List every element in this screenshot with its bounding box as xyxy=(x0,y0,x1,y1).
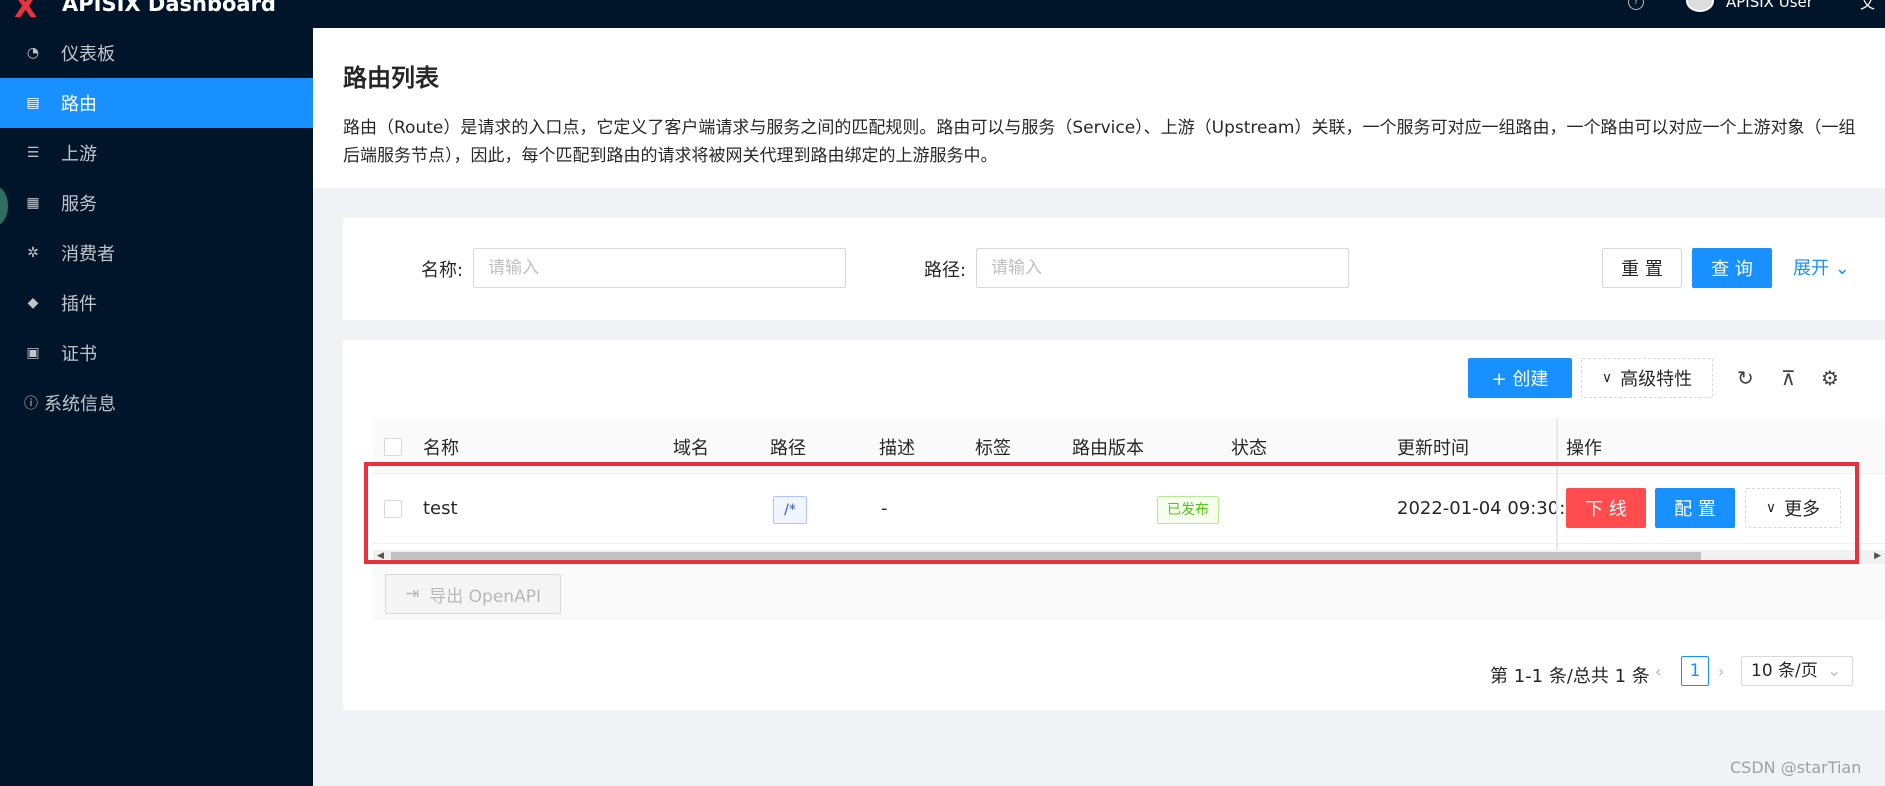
sidebar-item-routes[interactable]: ▤ 路由 xyxy=(0,78,313,128)
dashboard-icon: ◔ xyxy=(26,45,40,61)
name-search-input[interactable] xyxy=(473,248,846,288)
sidebar-item-system-info[interactable]: ⓘ 系统信息 xyxy=(0,378,313,428)
column-header-name[interactable]: 名称 xyxy=(423,434,459,460)
column-header-path[interactable]: 路径 xyxy=(770,434,806,460)
reload-icon[interactable]: ↻ xyxy=(1737,366,1754,390)
translate-icon[interactable]: 文 xyxy=(1860,0,1875,13)
route-icon: ▤ xyxy=(26,95,40,111)
search-form: 名称: 路径: 重 置 查 询 展开 ⌄ xyxy=(343,218,1885,320)
create-button[interactable]: + 创建 xyxy=(1468,358,1572,398)
sidebar-item-dashboard[interactable]: ◔ 仪表板 xyxy=(0,28,313,78)
sidebar-item-services[interactable]: ▦ 服务 xyxy=(0,178,313,228)
pagination-total: 第 1-1 条/总共 1 条 xyxy=(1490,666,1650,687)
pagination-current-page[interactable]: 1 xyxy=(1681,656,1709,686)
advanced-features-label: 高级特性 xyxy=(1620,369,1693,390)
appstore-icon: ▦ xyxy=(26,195,40,211)
page-size-select[interactable]: 10 条/页 ⌄ xyxy=(1741,656,1853,686)
column-header-host[interactable]: 域名 xyxy=(673,434,709,460)
page-size-value: 10 条/页 xyxy=(1751,661,1818,681)
highlight-annotation-box xyxy=(364,462,1859,564)
sidebar-item-label: 服务 xyxy=(61,194,97,215)
page-description: 路由（Route）是请求的入口点，它定义了客户端请求与服务之间的匹配规则。路由可… xyxy=(343,114,1885,170)
chevron-down-icon: ∨ xyxy=(1601,370,1613,386)
export-openapi-button[interactable]: ⇥ 导出 OpenAPI xyxy=(385,574,561,614)
next-page-icon[interactable]: › xyxy=(1718,662,1724,681)
sidebar-item-plugins[interactable]: ◆ 插件 xyxy=(0,278,313,328)
scroll-right-icon[interactable]: ▶ xyxy=(1874,551,1881,561)
sidebar-item-label: 路由 xyxy=(61,94,97,115)
column-header-version[interactable]: 路由版本 xyxy=(1072,434,1144,460)
sidebar-item-label: 消费者 xyxy=(61,244,115,265)
reset-button[interactable]: 重 置 xyxy=(1602,248,1682,288)
select-all-checkbox[interactable] xyxy=(384,438,402,456)
sidebar-item-label: 插件 xyxy=(61,294,97,315)
column-header-labels[interactable]: 标签 xyxy=(975,434,1011,460)
setting-icon[interactable]: ⚙ xyxy=(1821,366,1839,390)
top-bar: X APISIX Dashboard ? APISIX User 文 xyxy=(0,0,1885,28)
density-icon[interactable]: ⊼ xyxy=(1781,366,1796,390)
export-label: 导出 OpenAPI xyxy=(429,586,541,607)
column-header-actions: 操作 xyxy=(1566,438,1602,459)
export-icon: ⇥ xyxy=(405,584,420,604)
cluster-icon: ✲ xyxy=(27,245,39,261)
sidebar-item-certificates[interactable]: ▣ 证书 xyxy=(0,328,313,378)
question-circle-icon[interactable]: ? xyxy=(1628,0,1644,10)
certificate-icon: ▣ xyxy=(26,345,40,361)
user-name[interactable]: APISIX User xyxy=(1726,0,1813,11)
path-search-input[interactable] xyxy=(976,248,1349,288)
expand-link[interactable]: 展开 ⌄ xyxy=(1793,254,1850,280)
sidebar-item-consumers[interactable]: ✲ 消费者 xyxy=(0,228,313,278)
name-label: 名称: xyxy=(421,260,464,281)
info-circle-icon: ⓘ xyxy=(24,396,38,412)
sidebar-item-label: 系统信息 xyxy=(44,394,116,415)
chevron-down-icon: ⌄ xyxy=(1834,258,1850,279)
chevron-down-icon: ⌄ xyxy=(1827,661,1842,681)
watermark: CSDN @starTian xyxy=(1730,758,1862,777)
database-icon: ☰ xyxy=(26,145,40,161)
apisix-logo-icon: X xyxy=(14,0,38,25)
page-header: 路由列表 路由（Route）是请求的入口点，它定义了客户端请求与服务之间的匹配规… xyxy=(313,28,1885,188)
sidebar-item-label: 上游 xyxy=(61,144,97,165)
page-title: 路由列表 xyxy=(343,64,439,92)
table-footer: ⇥ 导出 OpenAPI xyxy=(373,564,1885,620)
prev-page-icon[interactable]: ‹ xyxy=(1655,662,1661,681)
column-header-description[interactable]: 描述 xyxy=(879,434,915,460)
column-header-status[interactable]: 状态 xyxy=(1231,434,1267,460)
advanced-features-button[interactable]: ∨ 高级特性 xyxy=(1581,358,1713,398)
sidebar-item-label: 证书 xyxy=(61,344,97,365)
sidebar: ◔ 仪表板 ▤ 路由 ☰ 上游 ▦ 服务 ✲ 消费者 ◆ 插件 ▣ 证书 ⓘ 系… xyxy=(0,28,313,786)
sidebar-item-upstream[interactable]: ☰ 上游 xyxy=(0,128,313,178)
column-header-updated[interactable]: 更新时间 xyxy=(1397,434,1469,460)
app-title: APISIX Dashboard xyxy=(62,0,276,16)
plugin-icon: ◆ xyxy=(27,295,39,311)
path-label: 路径: xyxy=(924,260,967,281)
expand-label: 展开 xyxy=(1793,258,1829,279)
sidebar-item-label: 仪表板 xyxy=(61,44,115,65)
page-description-line: 路由（Route）是请求的入口点，它定义了客户端请求与服务之间的匹配规则。路由可… xyxy=(343,118,1856,138)
page-description-line: 后端服务节点），因此，每个匹配到路由的请求将被网关代理到路由绑定的上游服务中。 xyxy=(343,146,998,166)
query-button[interactable]: 查 询 xyxy=(1692,248,1772,288)
avatar[interactable] xyxy=(1686,0,1714,12)
